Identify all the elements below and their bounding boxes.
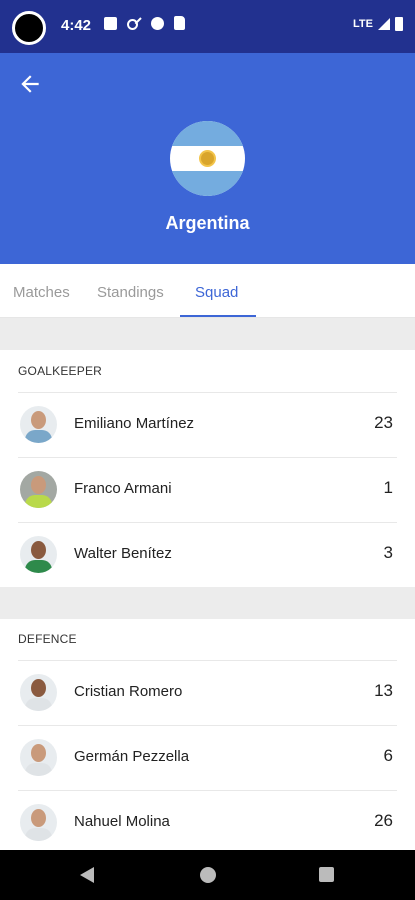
player-row[interactable]: Franco Armani 1: [0, 457, 415, 522]
notification-icons: [104, 16, 185, 30]
key-icon: [127, 16, 141, 30]
system-nav-bar: [0, 850, 415, 900]
player-name: Germán Pezzella: [74, 748, 190, 765]
player-row[interactable]: Nahuel Molina 26: [0, 790, 415, 855]
tab-bar: Matches Standings Squad: [0, 264, 415, 318]
player-number: 13: [374, 681, 393, 700]
tab-indicator: [180, 315, 256, 317]
player-name: Cristian Romero: [74, 683, 183, 700]
tab-squad[interactable]: Squad: [195, 284, 238, 301]
player-number: 3: [383, 543, 393, 562]
status-right: LTE: [353, 17, 403, 31]
status-bar: 4:42 LTE: [0, 0, 415, 53]
row-divider: [18, 522, 397, 523]
flag-band-top: [170, 121, 245, 146]
section-separator: [0, 587, 415, 619]
player-avatar: [20, 536, 57, 573]
row-divider: [18, 392, 397, 393]
player-avatar: [20, 471, 57, 508]
nav-recent-icon[interactable]: [319, 867, 334, 882]
player-row[interactable]: Emiliano Martínez 23: [0, 392, 415, 457]
row-divider: [18, 790, 397, 791]
player-avatar: [20, 739, 57, 776]
status-time: 4:42: [61, 17, 92, 34]
player-number: 23: [374, 413, 393, 432]
player-number: 6: [383, 746, 393, 765]
signal-icon: [378, 18, 390, 30]
battery-icon: [395, 17, 403, 31]
nav-back-icon[interactable]: [80, 867, 94, 883]
player-name: Walter Benítez: [74, 545, 172, 562]
player-name: Nahuel Molina: [74, 813, 170, 830]
section-title: DEFENCE: [18, 632, 77, 646]
tab-matches[interactable]: Matches: [13, 284, 70, 301]
player-name: Emiliano Martínez: [74, 415, 195, 432]
team-flag: [170, 121, 245, 196]
section-title: GOALKEEPER: [18, 364, 103, 378]
player-avatar: [20, 674, 57, 711]
tab-standings[interactable]: Standings: [97, 284, 164, 301]
network-type: LTE: [353, 18, 373, 30]
player-number: 1: [383, 478, 393, 497]
player-avatar: [20, 406, 57, 443]
row-divider: [18, 660, 397, 661]
notification-square-icon: [104, 16, 117, 30]
player-name: Franco Armani: [74, 480, 172, 497]
flag-band-bottom: [170, 171, 245, 196]
player-row[interactable]: Germán Pezzella 6: [0, 725, 415, 790]
team-name: Argentina: [165, 213, 250, 233]
circle-app-icon: [151, 16, 164, 30]
flag-sun-icon: [201, 152, 214, 165]
camera-cutout: [12, 11, 46, 45]
arrow-left-icon[interactable]: [17, 71, 43, 97]
section-separator: [0, 318, 415, 350]
player-number: 26: [374, 811, 393, 830]
sd-card-icon: [174, 16, 185, 30]
nav-home-icon[interactable]: [200, 867, 216, 883]
player-row[interactable]: Walter Benítez 3: [0, 522, 415, 587]
player-row[interactable]: Cristian Romero 13: [0, 660, 415, 725]
team-header: Argentina: [0, 53, 415, 264]
player-avatar: [20, 804, 57, 841]
row-divider: [18, 725, 397, 726]
row-divider: [18, 457, 397, 458]
